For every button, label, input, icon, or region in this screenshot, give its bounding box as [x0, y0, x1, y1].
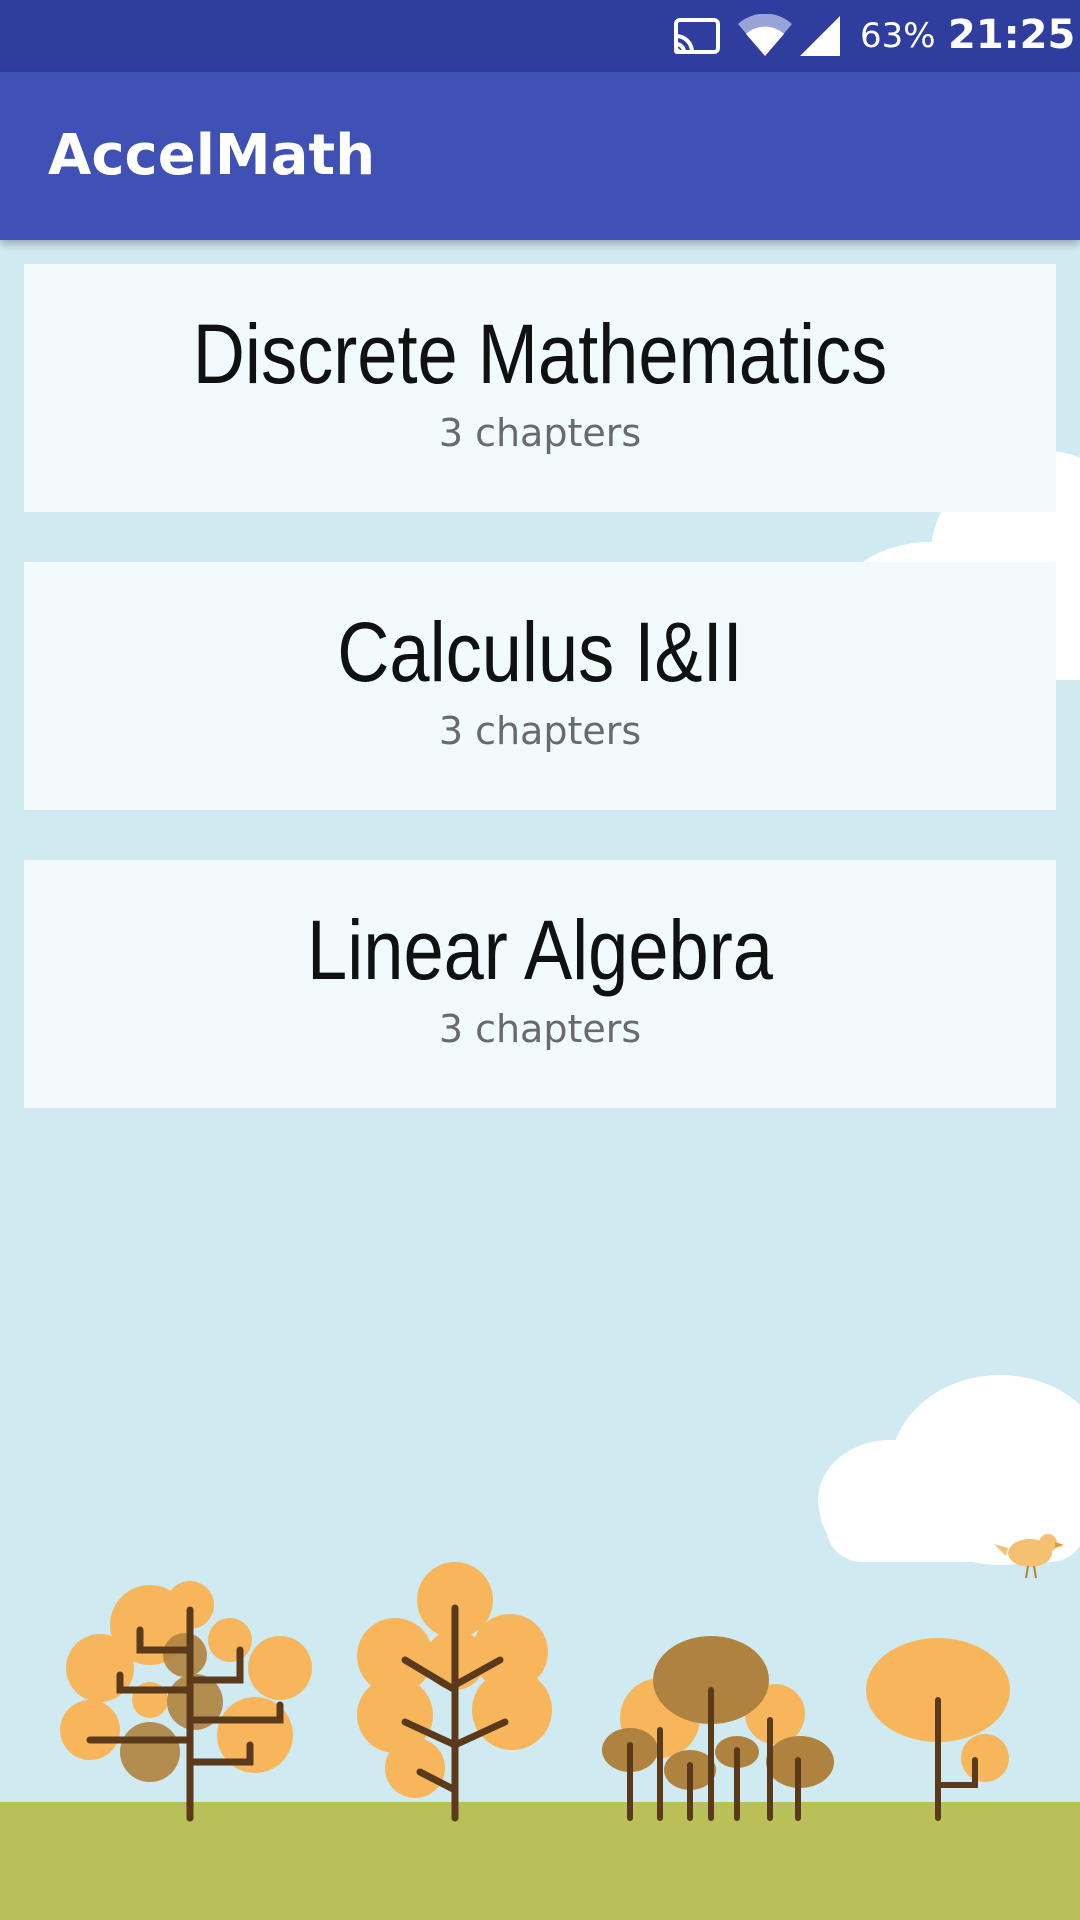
battery-percent: 63% — [860, 16, 936, 56]
wifi-icon — [738, 14, 792, 56]
status-clock: 21:25 — [948, 12, 1076, 58]
screen: 63% 21:25 AccelMath Discrete Mathematics… — [0, 0, 1080, 1920]
tree-1 — [60, 1581, 312, 1822]
cast-icon[interactable] — [672, 16, 722, 56]
course-chapter-count: 3 chapters — [438, 411, 642, 455]
course-card-calculus[interactable]: Calculus I&II 3 chapters — [24, 562, 1056, 810]
course-list: Discrete Mathematics 3 chapters Calculus… — [24, 264, 1056, 1158]
course-title: Linear Algebra — [307, 903, 773, 997]
course-card-discrete-mathematics[interactable]: Discrete Mathematics 3 chapters — [24, 264, 1056, 512]
course-chapter-count: 3 chapters — [438, 709, 642, 753]
cloud-bottom-right — [818, 1375, 1080, 1565]
tree-2 — [357, 1562, 552, 1822]
course-card-linear-algebra[interactable]: Linear Algebra 3 chapters — [24, 860, 1056, 1108]
cell-signal-icon — [800, 16, 840, 56]
course-title: Calculus I&II — [337, 605, 743, 699]
ground — [0, 1802, 1080, 1920]
course-title: Discrete Mathematics — [192, 307, 888, 401]
tree-4 — [866, 1638, 1010, 1821]
app-title: AccelMath — [48, 123, 376, 188]
app-bar: AccelMath — [0, 72, 1080, 240]
course-chapter-count: 3 chapters — [438, 1007, 642, 1051]
tree-cluster-3 — [602, 1636, 834, 1821]
status-bar: 63% 21:25 — [0, 0, 1080, 72]
